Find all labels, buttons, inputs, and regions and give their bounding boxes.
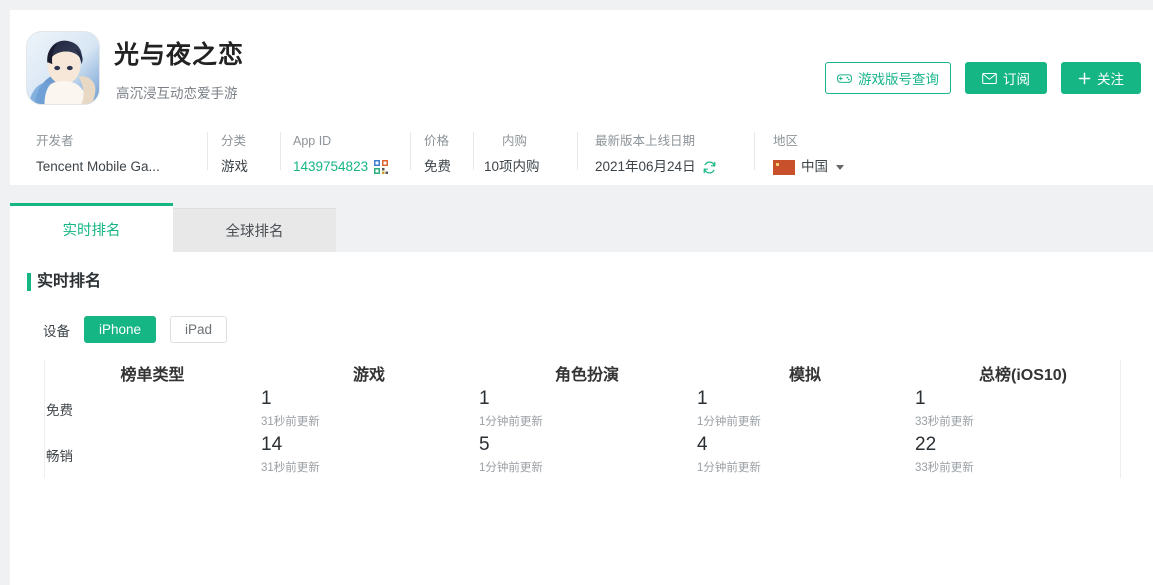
- col-header-simulation: 模拟: [696, 360, 914, 386]
- license-query-label: 游戏版号查询: [858, 68, 939, 88]
- meta-region: 地区 中国: [755, 120, 935, 178]
- row-grossing-game-rank: 14: [261, 433, 477, 457]
- row-grossing-overall: 22 33秒前更新: [914, 432, 1132, 478]
- app-header: 光与夜之恋 高沉浸互动恋爱手游 游戏版号查询: [10, 10, 1153, 120]
- row-grossing-rpg-rank: 5: [479, 433, 695, 457]
- row-grossing-simulation: 4 1分钟前更新: [696, 432, 914, 478]
- app-actions: 游戏版号查询 订阅: [825, 62, 1141, 94]
- device-selector: 设备 iPhone iPad: [43, 316, 227, 343]
- china-flag-icon: [773, 160, 795, 175]
- col-header-game: 游戏: [260, 360, 478, 386]
- app-summary-card: 光与夜之恋 高沉浸互动恋爱手游 游戏版号查询: [10, 10, 1153, 185]
- device-option-ipad[interactable]: iPad: [170, 316, 227, 343]
- row-free-overall-updated: 33秒前更新: [915, 413, 1131, 431]
- row-free-game: 1 31秒前更新: [260, 386, 478, 432]
- row-grossing-rpg: 5 1分钟前更新: [478, 432, 696, 478]
- col-header-overall: 总榜(iOS10): [914, 360, 1132, 386]
- meta-price-label: 价格: [424, 132, 474, 150]
- meta-iap-value[interactable]: 10项内购: [484, 158, 578, 176]
- rank-table-wrapper: 榜单类型 游戏 角色扮演 模拟 总榜(iOS10) 免费 1: [44, 360, 1121, 478]
- meta-release-date: 最新版本上线日期 2021年06月24日: [578, 120, 755, 178]
- app-subtitle: 高沉浸互动恋爱手游: [116, 85, 238, 103]
- meta-category-label: 分类: [221, 132, 281, 150]
- meta-release-date-value: 2021年06月24日: [595, 158, 696, 176]
- row-grossing-type-label: 畅销: [46, 445, 259, 465]
- meta-price: 价格 免费: [411, 120, 474, 178]
- row-grossing-game-updated: 31秒前更新: [261, 459, 477, 477]
- app-icon: [26, 31, 100, 105]
- row-free-rpg-rank: 1: [479, 387, 695, 411]
- tab-realtime-rank-label: 实时排名: [63, 219, 121, 240]
- row-free-simulation-rank: 1: [697, 387, 913, 411]
- app-meta-row: 开发者 Tencent Mobile Ga... 分类 游戏 App ID 14…: [10, 120, 1153, 185]
- meta-release-date-label: 最新版本上线日期: [595, 132, 755, 150]
- meta-appid: App ID 1439754823: [281, 120, 411, 178]
- qr-code-icon[interactable]: [374, 160, 388, 174]
- table-row: 免费 1 31秒前更新 1 1分钟前更新 1 1分钟前更新: [45, 386, 1132, 432]
- license-query-button[interactable]: 游戏版号查询: [825, 62, 951, 94]
- meta-iap: 内购 10项内购: [474, 120, 578, 178]
- row-grossing-game: 14 31秒前更新: [260, 432, 478, 478]
- col-header-type: 榜单类型: [45, 360, 260, 386]
- row-free-type: 免费: [45, 386, 260, 432]
- meta-region-value-wrap[interactable]: 中国: [773, 158, 935, 176]
- meta-region-value: 中国: [801, 158, 828, 176]
- row-free-rpg-updated: 1分钟前更新: [479, 413, 695, 431]
- row-grossing-overall-updated: 33秒前更新: [915, 459, 1131, 477]
- subscribe-label: 订阅: [1003, 68, 1030, 88]
- row-free-overall: 1 33秒前更新: [914, 386, 1132, 432]
- page-title: 实时排名: [27, 272, 101, 292]
- rank-table: 榜单类型 游戏 角色扮演 模拟 总榜(iOS10) 免费 1: [45, 360, 1132, 478]
- subscribe-button[interactable]: 订阅: [965, 62, 1047, 94]
- tab-global-rank-label: 全球排名: [226, 220, 284, 241]
- row-grossing-rpg-updated: 1分钟前更新: [479, 459, 695, 477]
- col-header-rpg: 角色扮演: [478, 360, 696, 386]
- row-grossing-simulation-updated: 1分钟前更新: [697, 459, 913, 477]
- row-free-game-updated: 31秒前更新: [261, 413, 477, 431]
- meta-category-value[interactable]: 游戏: [221, 158, 281, 176]
- follow-button[interactable]: 关注: [1061, 62, 1141, 94]
- tab-global-rank[interactable]: 全球排名: [173, 208, 336, 252]
- meta-appid-value-wrap: 1439754823: [293, 158, 411, 176]
- plus-icon: [1078, 72, 1091, 85]
- row-free-game-rank: 1: [261, 387, 477, 411]
- table-row: 畅销 14 31秒前更新 5 1分钟前更新 4 1分钟前更新: [45, 432, 1132, 478]
- row-free-simulation-updated: 1分钟前更新: [697, 413, 913, 431]
- app-title: 光与夜之恋: [114, 39, 244, 71]
- rank-tabs: 实时排名 全球排名: [10, 203, 336, 252]
- envelope-icon: [982, 73, 997, 84]
- meta-appid-label: App ID: [293, 132, 411, 150]
- realtime-rank-panel: 实时排名 设备 iPhone iPad 榜单类型 游戏 角色扮演 模拟 总榜(i…: [10, 252, 1153, 585]
- meta-developer-label: 开发者: [36, 132, 208, 150]
- chevron-down-icon[interactable]: [836, 165, 844, 170]
- table-header-row: 榜单类型 游戏 角色扮演 模拟 总榜(iOS10): [45, 360, 1132, 386]
- row-free-rpg: 1 1分钟前更新: [478, 386, 696, 432]
- device-option-iphone-label: iPhone: [99, 322, 141, 337]
- meta-category: 分类 游戏: [208, 120, 281, 178]
- rank-table-head: 榜单类型 游戏 角色扮演 模拟 总榜(iOS10): [45, 360, 1132, 386]
- meta-region-label: 地区: [773, 132, 935, 150]
- gamepad-icon: [837, 73, 852, 84]
- row-free-type-label: 免费: [46, 399, 259, 419]
- device-option-iphone[interactable]: iPhone: [84, 316, 156, 343]
- row-grossing-simulation-rank: 4: [697, 433, 913, 457]
- device-option-ipad-label: iPad: [185, 322, 212, 337]
- refresh-icon[interactable]: [702, 160, 717, 175]
- device-label: 设备: [43, 320, 70, 340]
- meta-appid-value[interactable]: 1439754823: [293, 158, 368, 176]
- tab-realtime-rank[interactable]: 实时排名: [10, 203, 173, 252]
- rank-table-body: 免费 1 31秒前更新 1 1分钟前更新 1 1分钟前更新: [45, 386, 1132, 478]
- meta-developer-value: Tencent Mobile Ga...: [36, 158, 208, 176]
- row-grossing-overall-rank: 22: [915, 433, 1131, 457]
- row-free-simulation: 1 1分钟前更新: [696, 386, 914, 432]
- meta-iap-label: 内购: [484, 132, 578, 150]
- row-free-overall-rank: 1: [915, 387, 1131, 411]
- follow-label: 关注: [1097, 68, 1124, 88]
- meta-release-date-value-wrap: 2021年06月24日: [595, 158, 755, 176]
- row-grossing-type: 畅销: [45, 432, 260, 478]
- meta-developer: 开发者 Tencent Mobile Ga...: [10, 120, 208, 178]
- app-detail-page: 光与夜之恋 高沉浸互动恋爱手游 游戏版号查询: [0, 0, 1153, 585]
- meta-price-value: 免费: [424, 158, 474, 176]
